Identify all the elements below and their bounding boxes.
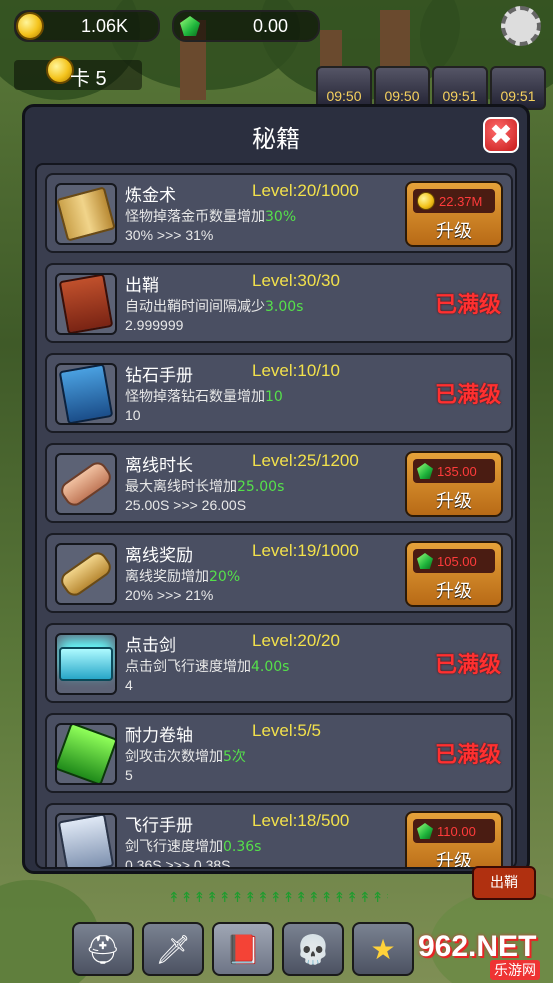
gem-icon [180,16,200,36]
star-icon[interactable]: ★ [352,922,414,976]
cost-value: 110.00 [437,823,476,839]
max-level-label: 已满级 [434,653,501,678]
item-progress: 4 [125,677,133,693]
site-watermark: 962.NET 乐游网 [418,930,550,980]
grass-decoration: ↟↟↟↟↟↟↟↟↟↟↟↟↟↟↟↟↟↟↟↟↟↟↟ [168,890,388,906]
item-level: Level:25/1200 [252,451,359,470]
item-progress: 5 [125,767,133,783]
gold-counter: 1.06K [14,10,160,42]
list-item: 钻石手册 Level:10/10 怪物掉落钻石数量增加10 10 已满级 [45,353,513,433]
max-level-label: 已满级 [434,383,501,408]
item-level: Level:5/5 [252,721,321,740]
item-level: Level:30/30 [252,271,340,290]
max-level-label: 已满级 [434,743,501,768]
steel-book-icon [55,813,117,867]
item-progress: 25.00S >>> 26.00S [125,497,247,513]
gem-icon [417,553,433,569]
gold-coin-icon [16,12,44,40]
item-desc: 最大离线时长增加25.00s [125,479,285,495]
item-name: 点击剑 [125,636,176,656]
helmet-icon[interactable]: ⛑ [72,922,134,976]
list-item: 离线奖励 Level:19/1000 离线奖励增加20% 20% >>> 21%… [45,533,513,613]
watermark-sub: 乐游网 [490,960,540,980]
cost-value: 105.00 [437,553,477,569]
rolled-scroll-icon [55,453,117,515]
coin-icon [417,192,435,210]
item-name: 钻石手册 [125,366,193,386]
list-item: 耐力卷轴 Level:5/5 剑攻击次数增加5次 5 已满级 [45,713,513,793]
item-level: Level:20/20 [252,631,340,650]
item-desc: 离线奖励增加20% [125,569,241,585]
green-tome-icon [55,723,117,785]
skull-icon[interactable]: 💀 [282,922,344,976]
item-progress: 0.36S >>> 0.38S [125,857,231,869]
cost-value: 135.00 [437,463,477,479]
unsheathe-button[interactable]: 出鞘 [472,866,536,900]
golden-scroll-icon [55,183,117,245]
item-progress: 20% >>> 21% [125,587,214,603]
list-item: 离线时长 Level:25/1200 最大离线时长增加25.00s 25.00S… [45,443,513,523]
item-progress: 10 [125,407,141,423]
cost-value: 22.37M [439,193,483,209]
item-desc: 自动出鞘时间间隔减少3.00s [125,299,304,315]
gold-amount: 1.06K [80,15,128,36]
item-desc: 怪物掉落金币数量增加30% [125,209,297,225]
item-level: Level:20/1000 [252,181,359,200]
settings-gear-icon[interactable] [501,6,541,46]
sealed-scroll-icon [55,543,117,605]
item-level: Level:19/1000 [252,541,359,560]
secret-books-panel: 秘籍 ✖ 炼金术 Level:20/1000 怪物掉落金币数量增加30% 30%… [22,104,530,874]
item-name: 离线时长 [125,456,193,476]
book-icon[interactable]: 📕 [212,922,274,976]
watermark-main: 962.NET [418,930,537,963]
upgrade-label: 升级 [436,581,472,602]
book-list[interactable]: 炼金术 Level:20/1000 怪物掉落金币数量增加30% 30% >>> … [35,163,517,869]
gem-icon [417,463,433,479]
list-item: 炼金术 Level:20/1000 怪物掉落金币数量增加30% 30% >>> … [45,173,513,253]
upgrade-button[interactable]: 105.00 升级 [405,541,503,607]
item-desc: 怪物掉落钻石数量增加10 [125,389,283,405]
gem-amount: 0.00 [252,15,288,36]
list-item: 点击剑 Level:20/20 点击剑飞行速度增加4.00s 4 已满级 [45,623,513,703]
upgrade-label: 升级 [436,491,472,512]
list-item: 出鞘 Level:30/30 自动出鞘时间间隔减少3.00s 2.999999 … [45,263,513,343]
item-name: 离线奖励 [125,546,193,566]
glowing-book-icon [55,633,117,695]
upgrade-button[interactable]: 135.00 升级 [405,451,503,517]
panel-title: 秘籍 [252,125,300,153]
gem-counter: 0.00 [172,10,320,42]
item-progress: 30% >>> 31% [125,227,214,243]
close-button[interactable]: ✖ [483,117,519,153]
stage-label: 卡 5 [70,68,107,90]
upgrade-button[interactable]: 110.00 升级 [405,811,503,867]
item-name: 炼金术 [125,186,176,206]
item-name: 出鞘 [125,276,159,296]
upgrade-label: 升级 [436,221,472,242]
item-progress: 2.999999 [125,317,184,333]
red-book-icon [55,273,117,335]
max-level-label: 已满级 [434,293,501,318]
item-level: Level:18/500 [252,811,350,830]
list-item: 飞行手册 Level:18/500 剑飞行速度增加0.36s 0.36S >>>… [45,803,513,869]
item-desc: 剑攻击次数增加5次 [125,749,246,765]
item-name: 耐力卷轴 [125,726,193,746]
gem-icon [417,823,433,839]
item-desc: 点击剑飞行速度增加4.00s [125,659,290,675]
upgrade-button[interactable]: 22.37M 升级 [405,181,503,247]
item-desc: 剑飞行速度增加0.36s [125,839,262,855]
item-level: Level:10/10 [252,361,340,380]
item-name: 飞行手册 [125,816,193,836]
sword-icon[interactable]: 🗡 [142,922,204,976]
blue-book-icon [55,363,117,425]
